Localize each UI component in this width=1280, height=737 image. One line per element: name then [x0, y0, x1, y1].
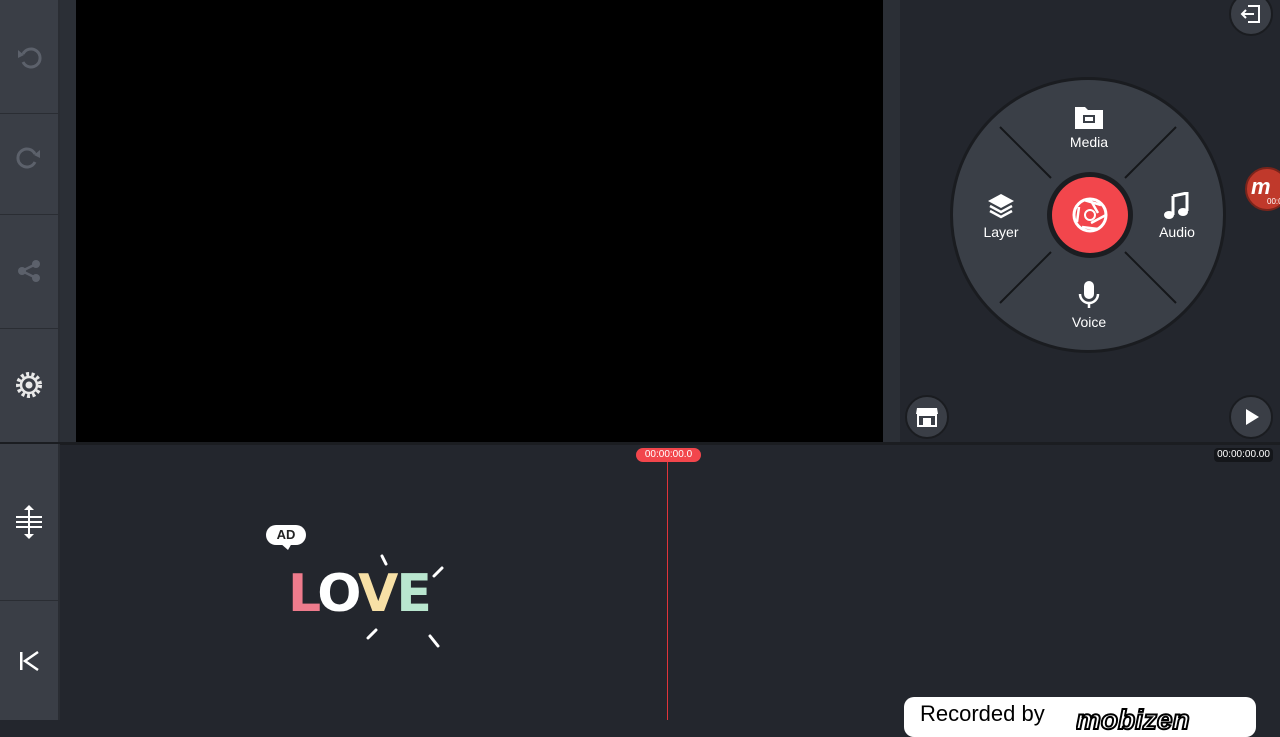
left-toolbar — [0, 0, 60, 442]
timeline-expand-button[interactable] — [0, 444, 58, 601]
undo-icon — [18, 47, 42, 68]
camera-shutter-icon — [1072, 197, 1108, 233]
layer-button[interactable]: Layer — [961, 192, 1041, 240]
record-button[interactable] — [1047, 172, 1133, 258]
timeline-toolbar — [0, 444, 60, 720]
folder-icon — [1075, 107, 1103, 129]
store-icon — [916, 408, 938, 427]
asset-store-button[interactable] — [905, 395, 949, 439]
microphone-icon — [1078, 281, 1100, 308]
skip-to-start-button[interactable] — [0, 601, 58, 720]
playhead[interactable] — [667, 460, 668, 720]
svg-text:mobizen: mobizen — [1076, 704, 1190, 733]
recorder-time: 00:09 — [1267, 197, 1280, 206]
sparkle-lines — [366, 554, 444, 648]
video-preview[interactable] — [76, 0, 883, 442]
exit-icon — [1240, 5, 1260, 23]
settings-button[interactable] — [0, 328, 58, 442]
preview-right-gutter — [883, 0, 900, 442]
layer-label: Layer — [983, 224, 1019, 240]
recorded-by-text: Recorded by — [920, 701, 1045, 726]
recorded-by-watermark: Recorded by mobizen — [904, 697, 1256, 737]
skip-to-start-icon — [20, 650, 39, 671]
redo-icon — [16, 147, 40, 169]
layers-icon — [988, 194, 1014, 219]
screen-recorder-badge[interactable]: m 00:09 — [1245, 167, 1280, 211]
playhead-time: 00:00:00.0 — [636, 448, 701, 462]
settings-icon — [16, 372, 42, 398]
total-duration: 00:00:00.00 — [1214, 448, 1273, 462]
media-label: Media — [1069, 134, 1109, 150]
share-icon — [18, 260, 40, 282]
media-button[interactable]: Media — [1049, 104, 1129, 150]
music-note-icon — [1164, 192, 1189, 219]
play-icon — [1246, 409, 1259, 425]
love-sticker-ad[interactable]: LOVE — [284, 550, 454, 650]
audio-label: Audio — [1159, 224, 1195, 240]
mobizen-logo: mobizen — [1076, 703, 1191, 733]
ad-badge: AD — [266, 525, 306, 545]
expand-vertical-icon — [16, 505, 42, 539]
redo-button[interactable] — [0, 100, 58, 215]
preview-gutter — [60, 0, 76, 442]
timeline[interactable] — [0, 442, 1280, 720]
share-button[interactable] — [0, 214, 58, 329]
timeline-divider — [0, 442, 1280, 445]
undo-button[interactable] — [0, 0, 58, 114]
audio-button[interactable]: Audio — [1137, 192, 1217, 240]
svg-text:m: m — [1251, 174, 1271, 199]
voice-button[interactable]: Voice — [1049, 280, 1129, 330]
play-button[interactable] — [1229, 395, 1273, 439]
voice-label: Voice — [1071, 314, 1107, 330]
